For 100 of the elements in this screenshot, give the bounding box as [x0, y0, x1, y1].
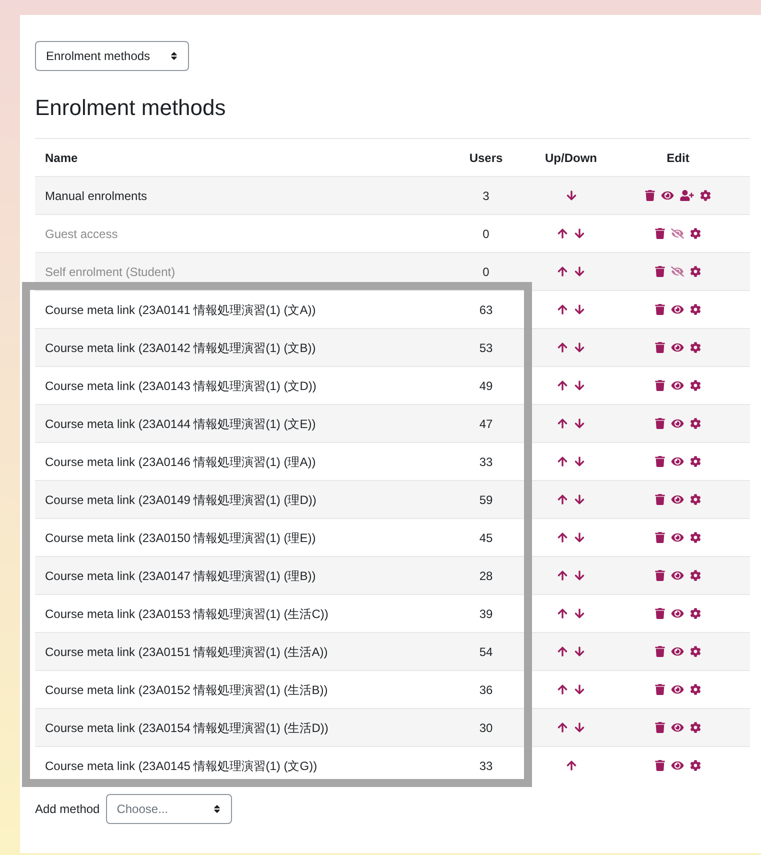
page-select[interactable]: Enrolment methods	[35, 41, 189, 71]
settings-icon[interactable]	[690, 570, 701, 581]
up-arrow-icon[interactable]	[557, 418, 568, 429]
delete-icon[interactable]	[655, 532, 665, 543]
eye-icon[interactable]	[671, 342, 684, 353]
delete-icon[interactable]	[645, 190, 655, 201]
user-count: 30	[478, 720, 494, 736]
delete-icon[interactable]	[655, 722, 665, 733]
eye-icon[interactable]	[671, 684, 684, 695]
user-count: 59	[478, 492, 494, 508]
user-count: 0	[482, 264, 490, 280]
user-count: 3	[482, 188, 490, 204]
up-arrow-icon[interactable]	[557, 380, 568, 391]
settings-icon[interactable]	[690, 342, 701, 353]
settings-icon[interactable]	[690, 304, 701, 315]
down-arrow-icon[interactable]	[566, 190, 576, 201]
up-arrow-icon[interactable]	[566, 760, 576, 771]
user-count: 0	[482, 226, 490, 242]
down-arrow-icon[interactable]	[574, 418, 585, 429]
column-header: Name	[44, 150, 79, 166]
up-arrow-icon[interactable]	[557, 456, 568, 467]
eye-icon[interactable]	[671, 304, 684, 315]
settings-icon[interactable]	[690, 418, 701, 429]
up-arrow-icon[interactable]	[557, 304, 568, 315]
delete-icon[interactable]	[655, 342, 665, 353]
eye-icon[interactable]	[671, 608, 684, 619]
down-arrow-icon[interactable]	[574, 532, 585, 543]
down-arrow-icon[interactable]	[574, 722, 585, 733]
down-arrow-icon[interactable]	[574, 456, 585, 467]
delete-icon[interactable]	[655, 646, 665, 657]
eye-icon[interactable]	[671, 760, 684, 771]
up-arrow-icon[interactable]	[557, 494, 568, 505]
delete-icon[interactable]	[655, 304, 665, 315]
delete-icon[interactable]	[655, 456, 665, 467]
delete-icon[interactable]	[655, 494, 665, 505]
method-name: Course meta link (23A0146 情報処理演習(1) (理A))	[44, 454, 317, 470]
method-name: Course meta link (23A0152 情報処理演習(1) (生活B))	[44, 682, 329, 698]
user-count: 47	[478, 416, 494, 432]
settings-icon[interactable]	[690, 380, 701, 391]
user-count: 28	[478, 568, 494, 584]
delete-icon[interactable]	[655, 380, 665, 391]
enrol-users-icon[interactable]	[680, 190, 694, 201]
method-name: Course meta link (23A0150 情報処理演習(1) (理E))	[44, 530, 317, 546]
eye-icon[interactable]	[671, 646, 684, 657]
page-heading: Enrolment methods	[35, 94, 227, 122]
method-name: Course meta link (23A0142 情報処理演習(1) (文B))	[44, 340, 317, 356]
add-method-select[interactable]: Choose...	[106, 794, 232, 824]
settings-icon[interactable]	[690, 608, 701, 619]
up-arrow-icon[interactable]	[557, 608, 568, 619]
settings-icon[interactable]	[690, 722, 701, 733]
method-name: Course meta link (23A0149 情報処理演習(1) (理D))	[44, 492, 318, 508]
settings-icon[interactable]	[690, 760, 701, 771]
eye-icon[interactable]	[671, 418, 684, 429]
up-arrow-icon[interactable]	[557, 570, 568, 581]
user-count: 39	[478, 606, 494, 622]
eye-icon[interactable]	[671, 380, 684, 391]
delete-icon[interactable]	[655, 418, 665, 429]
method-name: Course meta link (23A0144 情報処理演習(1) (文E))	[44, 416, 317, 432]
method-name: Course meta link (23A0145 情報処理演習(1) (文G))	[44, 758, 318, 774]
up-arrow-icon[interactable]	[557, 646, 568, 657]
settings-icon[interactable]	[690, 532, 701, 543]
method-name: Guest access	[44, 226, 119, 242]
eye-icon[interactable]	[671, 570, 684, 581]
delete-icon[interactable]	[655, 570, 665, 581]
eye-icon[interactable]	[661, 190, 674, 201]
settings-icon[interactable]	[700, 190, 711, 201]
method-name: Course meta link (23A0143 情報処理演習(1) (文D))	[44, 378, 318, 394]
up-arrow-icon[interactable]	[557, 532, 568, 543]
eye-icon[interactable]	[671, 456, 684, 467]
settings-icon[interactable]	[690, 494, 701, 505]
delete-icon[interactable]	[655, 760, 665, 771]
up-arrow-icon[interactable]	[557, 722, 568, 733]
down-arrow-icon[interactable]	[574, 380, 585, 391]
down-arrow-icon[interactable]	[574, 646, 585, 657]
down-arrow-icon[interactable]	[574, 494, 585, 505]
down-arrow-icon[interactable]	[574, 608, 585, 619]
settings-icon[interactable]	[690, 646, 701, 657]
down-arrow-icon[interactable]	[574, 684, 585, 695]
delete-icon[interactable]	[655, 608, 665, 619]
settings-icon[interactable]	[690, 684, 701, 695]
eye-icon[interactable]	[671, 494, 684, 505]
up-arrow-icon[interactable]	[557, 342, 568, 353]
user-count: 45	[478, 530, 494, 546]
user-count: 33	[478, 758, 494, 774]
settings-icon[interactable]	[690, 456, 701, 467]
user-count: 33	[478, 454, 494, 470]
add-method-label: Add method	[35, 801, 100, 818]
up-arrow-icon[interactable]	[557, 684, 568, 695]
column-header: Edit	[666, 150, 690, 166]
user-count: 36	[478, 682, 494, 698]
down-arrow-icon[interactable]	[574, 570, 585, 581]
down-arrow-icon[interactable]	[574, 304, 585, 315]
eye-icon[interactable]	[671, 722, 684, 733]
down-arrow-icon[interactable]	[574, 342, 585, 353]
method-name: Course meta link (23A0153 情報処理演習(1) (生活C))	[44, 606, 330, 622]
method-name: Self enrolment (Student)	[44, 264, 176, 280]
delete-icon[interactable]	[655, 684, 665, 695]
sort-caret-icon	[212, 804, 221, 814]
eye-icon[interactable]	[671, 532, 684, 543]
method-name: Manual enrolments	[44, 188, 148, 204]
